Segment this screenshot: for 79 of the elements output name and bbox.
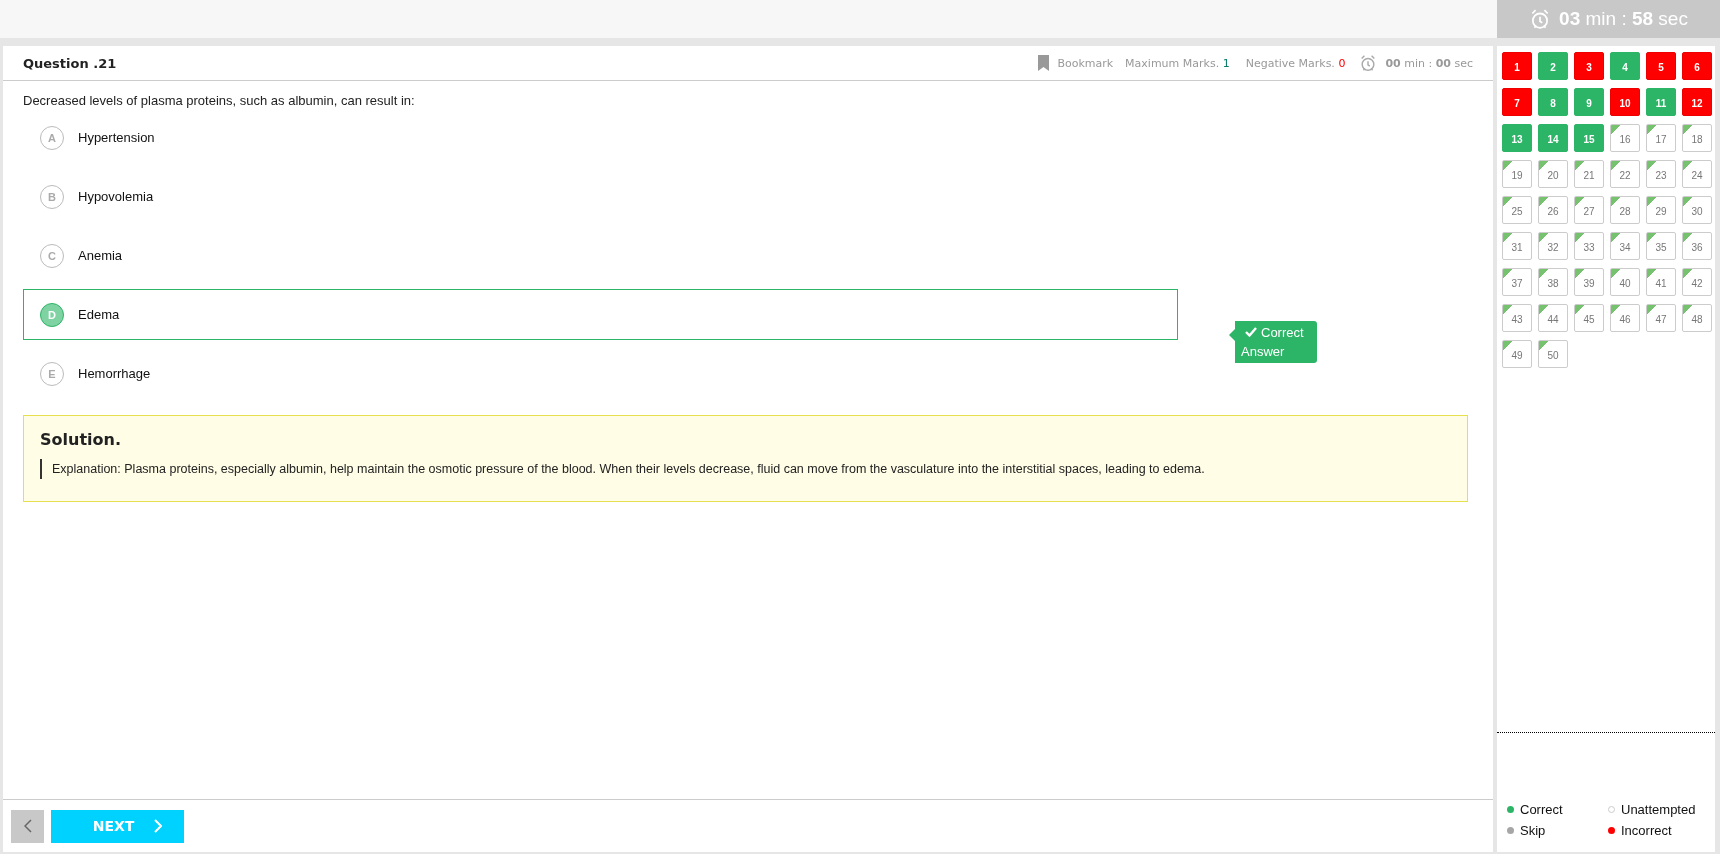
question-number-tile[interactable]: 21: [1574, 160, 1604, 188]
question-number-tile[interactable]: 5: [1646, 52, 1676, 80]
question-number-tile[interactable]: 45: [1574, 304, 1604, 332]
question-number-tile[interactable]: 19: [1502, 160, 1532, 188]
question-number-tile[interactable]: 25: [1502, 196, 1532, 224]
previous-button[interactable]: [11, 809, 44, 843]
question-text: Decreased levels of plasma proteins, such as albumin, can result in:: [23, 93, 416, 108]
correct-answer-badge: Correct Answer: [1229, 321, 1317, 363]
question-number-tile[interactable]: 12: [1682, 88, 1712, 116]
legend-label: Incorrect: [1621, 823, 1672, 838]
option-label: Hypovolemia: [78, 189, 154, 204]
question-number-tile[interactable]: 36: [1682, 232, 1712, 260]
option-label: Hemorrhage: [78, 366, 151, 381]
question-number-tile[interactable]: 41: [1646, 268, 1676, 296]
question-number-tile[interactable]: 47: [1646, 304, 1676, 332]
chevron-left-icon: [23, 819, 32, 833]
question-number-tile[interactable]: 35: [1646, 232, 1676, 260]
question-number-tile[interactable]: 31: [1502, 232, 1532, 260]
question-number-tile[interactable]: 46: [1610, 304, 1640, 332]
question-number-tile[interactable]: 7: [1502, 88, 1532, 116]
answer-option[interactable]: A Hypertension: [23, 112, 1178, 163]
question-number-tile[interactable]: 16: [1610, 124, 1640, 152]
negative-marks: Negative Marks. 0: [1245, 56, 1346, 70]
legend-label: Unattempted: [1621, 802, 1696, 817]
question-number-tile[interactable]: 28: [1610, 196, 1640, 224]
question-number-tile[interactable]: 38: [1538, 268, 1568, 296]
option-label: Edema: [78, 307, 120, 322]
question-number-tile[interactable]: 11: [1646, 88, 1676, 116]
question-number-tile[interactable]: 18: [1682, 124, 1712, 152]
question-number-tile[interactable]: 15: [1574, 124, 1604, 152]
question-number-tile[interactable]: 4: [1610, 52, 1640, 80]
question-number-tile[interactable]: 50: [1538, 340, 1568, 368]
question-number-tile[interactable]: 2: [1538, 52, 1568, 80]
question-number-tile[interactable]: 40: [1610, 268, 1640, 296]
answer-option[interactable]: C Anemia: [23, 230, 1178, 281]
question-number-tile[interactable]: 32: [1538, 232, 1568, 260]
question-number-tile[interactable]: 33: [1574, 232, 1604, 260]
question-number-tile[interactable]: 14: [1538, 124, 1568, 152]
question-number-tile[interactable]: 27: [1574, 196, 1604, 224]
question-number-tile[interactable]: 6: [1682, 52, 1712, 80]
question-number-tile[interactable]: 9: [1574, 88, 1604, 116]
question-number-tile[interactable]: 44: [1538, 304, 1568, 332]
question-number-tile[interactable]: 49: [1502, 340, 1532, 368]
alarm-clock-icon: [1359, 54, 1378, 72]
question-number-tile[interactable]: 42: [1682, 268, 1712, 296]
solution-text: Explanation: Plasma proteins, especially albumin, help maintain the osmotic pressure of the blood. When their levels decrease, fluid can move from the vasculature into the interstitial spaces, leading to edema.: [40, 459, 1451, 479]
option-label: Hypertension: [78, 130, 155, 145]
question-number-tile[interactable]: 22: [1610, 160, 1640, 188]
question-number-tile[interactable]: 1: [1502, 52, 1532, 80]
legend-label: Skip: [1520, 823, 1546, 838]
question-number-tile[interactable]: 37: [1502, 268, 1532, 296]
question-timer: 00 min : 00 sec: [1385, 56, 1473, 70]
chevron-right-icon: [154, 819, 163, 833]
question-title: Question .21: [23, 55, 118, 71]
question-number-tile[interactable]: 24: [1682, 160, 1712, 188]
question-number-tile[interactable]: 17: [1646, 124, 1676, 152]
question-number-tile[interactable]: 26: [1538, 196, 1568, 224]
bookmark-link[interactable]: Bookmark: [1057, 56, 1114, 70]
question-number-tile[interactable]: 13: [1502, 124, 1532, 152]
bookmark-icon[interactable]: [1038, 55, 1050, 71]
question-number-tile[interactable]: 48: [1682, 304, 1712, 332]
solution-title: Solution.: [40, 430, 122, 449]
answer-option[interactable]: B Hypovolemia: [23, 171, 1178, 222]
maximum-marks: Maximum Marks. 1: [1125, 56, 1230, 70]
question-number-tile[interactable]: 30: [1682, 196, 1712, 224]
question-number-tile[interactable]: 34: [1610, 232, 1640, 260]
answer-option[interactable]: E Hemorrhage: [23, 348, 1178, 399]
question-number-tile[interactable]: 29: [1646, 196, 1676, 224]
question-number-tile[interactable]: 43: [1502, 304, 1532, 332]
legend-label: Correct: [1520, 802, 1563, 817]
question-number-tile[interactable]: 20: [1538, 160, 1568, 188]
question-number-tile[interactable]: 10: [1610, 88, 1640, 116]
question-number-tile[interactable]: 23: [1646, 160, 1676, 188]
answer-option[interactable]: D Edema: [23, 289, 1178, 340]
question-number-tile[interactable]: 8: [1538, 88, 1568, 116]
option-label: Anemia: [78, 248, 123, 263]
question-number-tile[interactable]: 39: [1574, 268, 1604, 296]
question-number-tile[interactable]: 3: [1574, 52, 1604, 80]
option-letter: D: [40, 302, 64, 327]
